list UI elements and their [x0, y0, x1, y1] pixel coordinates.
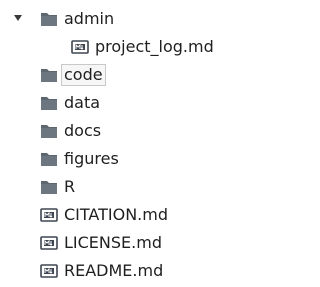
tree-item-label: R — [64, 177, 76, 196]
file-tree: admin project_log.md code data docs figu… — [0, 0, 296, 287]
tree-item-figures[interactable]: figures — [0, 146, 296, 172]
tree-item-label: CITATION.md — [64, 205, 169, 224]
tree-item-label: docs — [64, 121, 102, 140]
folder-icon — [41, 153, 57, 166]
markdown-file-icon — [40, 208, 58, 222]
tree-item-license[interactable]: LICENSE.md — [0, 230, 296, 256]
tree-item-citation[interactable]: CITATION.md — [0, 202, 296, 228]
folder-icon — [41, 181, 57, 194]
expand-arrow-icon[interactable] — [14, 15, 22, 21]
markdown-file-icon — [40, 264, 58, 278]
tree-item-r[interactable]: R — [0, 174, 296, 200]
folder-icon — [41, 97, 57, 110]
tree-item-code[interactable]: code — [0, 62, 296, 88]
tree-item-label: code — [61, 64, 106, 86]
tree-item-label: figures — [64, 149, 119, 168]
tree-item-label: admin — [64, 9, 115, 28]
tree-item-label: README.md — [64, 261, 164, 280]
markdown-file-icon — [40, 236, 58, 250]
tree-item-label: LICENSE.md — [64, 233, 162, 252]
tree-item-label: project_log.md — [95, 37, 214, 56]
tree-item-docs[interactable]: docs — [0, 118, 296, 144]
tree-item-project-log[interactable]: project_log.md — [0, 34, 296, 60]
tree-item-admin[interactable]: admin — [0, 6, 296, 32]
folder-icon — [41, 69, 57, 82]
folder-icon — [41, 125, 57, 138]
tree-item-data[interactable]: data — [0, 90, 296, 116]
tree-item-readme[interactable]: README.md — [0, 258, 296, 284]
markdown-file-icon — [71, 40, 89, 54]
tree-item-label: data — [64, 93, 101, 112]
folder-icon — [41, 13, 57, 26]
